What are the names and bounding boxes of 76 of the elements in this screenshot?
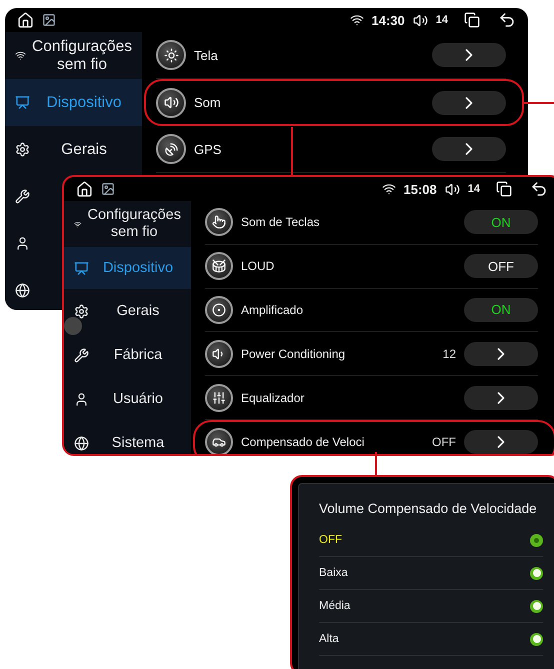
sidebar-item[interactable]: Gerais (64, 289, 191, 333)
globe-icon (74, 436, 89, 450)
user-icon (74, 392, 89, 406)
setting-label: GPS (194, 142, 222, 156)
sidebar-item[interactable]: Dispositivo (64, 247, 191, 289)
sidebar-item[interactable]: Usuário (64, 377, 191, 421)
presentation-icon (15, 95, 30, 110)
volume-icon[interactable] (412, 12, 428, 28)
presentation-icon (74, 260, 89, 276)
back-icon[interactable] (498, 11, 516, 29)
volume-level-text: 14 (468, 183, 480, 195)
settings-row[interactable]: Som (144, 79, 524, 126)
image-icon[interactable] (42, 13, 56, 27)
settings-row[interactable]: Amplificado ON (205, 288, 538, 332)
globe-icon[interactable] (15, 283, 30, 298)
sidebar-item[interactable]: Configurações sem fio (5, 32, 142, 79)
back-icon[interactable] (530, 180, 548, 198)
setting-label: Som (194, 95, 222, 110)
setting-label: Equalizador (241, 390, 306, 405)
image-icon[interactable] (101, 182, 115, 196)
volume-icon[interactable] (444, 182, 460, 196)
sidebar-item[interactable]: Configurações sem fio (64, 201, 191, 247)
wrench-icon[interactable] (15, 189, 30, 204)
setting-value: OFF (432, 434, 456, 449)
leader-line (522, 102, 554, 104)
hand-pointer-icon (205, 208, 233, 236)
sidebar-item[interactable]: Dispositivo (5, 79, 142, 126)
settings-row[interactable]: LOUD OFF (205, 244, 538, 289)
radio-option[interactable]: Média (319, 590, 543, 623)
radio-button[interactable] (530, 566, 543, 580)
speaker-icon (156, 88, 186, 118)
recent-apps-icon[interactable] (496, 181, 512, 197)
user-icon[interactable] (15, 236, 30, 251)
setting-label: Power Conditioning (241, 346, 346, 361)
setting-label: Amplificado (241, 302, 304, 317)
radio-option[interactable]: Baixa (319, 557, 543, 590)
recent-apps-icon[interactable] (464, 12, 480, 28)
toggle-button[interactable]: ON (464, 298, 538, 322)
settings-row[interactable]: Equalizador (205, 376, 538, 420)
wifi-icon (382, 182, 396, 196)
speaker-icon (205, 340, 233, 368)
setting-label: LOUD (241, 259, 276, 274)
settings-row[interactable]: Som de Teclas ON (205, 201, 538, 245)
home-icon[interactable] (17, 12, 34, 28)
wrench-icon (74, 348, 89, 362)
car-icon (205, 428, 233, 454)
toggle-button[interactable]: OFF (464, 254, 538, 278)
home-icon[interactable] (76, 180, 93, 198)
toggle-button[interactable]: ON (464, 210, 538, 234)
wifi-icon (350, 13, 364, 27)
setting-label: Compensado de Veloci (241, 434, 366, 449)
dialog-title: Volume Compensado de Velocidade (319, 500, 538, 518)
setting-value: 12 (442, 346, 456, 361)
settings-icon (74, 304, 89, 318)
radio-button[interactable] (530, 632, 543, 646)
satellite-dish-icon (156, 134, 186, 164)
settings-row[interactable]: Tela (156, 32, 506, 79)
clock-text: 15:08 (404, 182, 437, 196)
radio-button[interactable] (530, 534, 543, 546)
clock-text: 14:30 (372, 12, 405, 28)
sidebar-item[interactable]: Gerais (5, 126, 142, 173)
radio-button[interactable] (530, 600, 543, 612)
setting-label: Som de Teclas (241, 215, 320, 230)
sun-icon (156, 40, 186, 70)
settings-row[interactable]: Power Conditioning 12 (205, 332, 538, 376)
volume-level-text: 14 (436, 14, 448, 26)
sidebar-item[interactable]: Sistema (64, 421, 191, 454)
sidebar-item[interactable]: Fábrica (64, 333, 191, 377)
drum-icon (205, 252, 233, 280)
settings-icon (15, 142, 30, 157)
radio-option[interactable]: Alta (319, 623, 543, 656)
radio-option[interactable]: OFF (319, 524, 543, 557)
setting-label: Tela (194, 48, 219, 62)
settings-row[interactable]: GPS (156, 126, 506, 173)
settings-row[interactable]: Compensado de Veloci OFF (193, 420, 554, 454)
sliders-icon (205, 384, 233, 412)
